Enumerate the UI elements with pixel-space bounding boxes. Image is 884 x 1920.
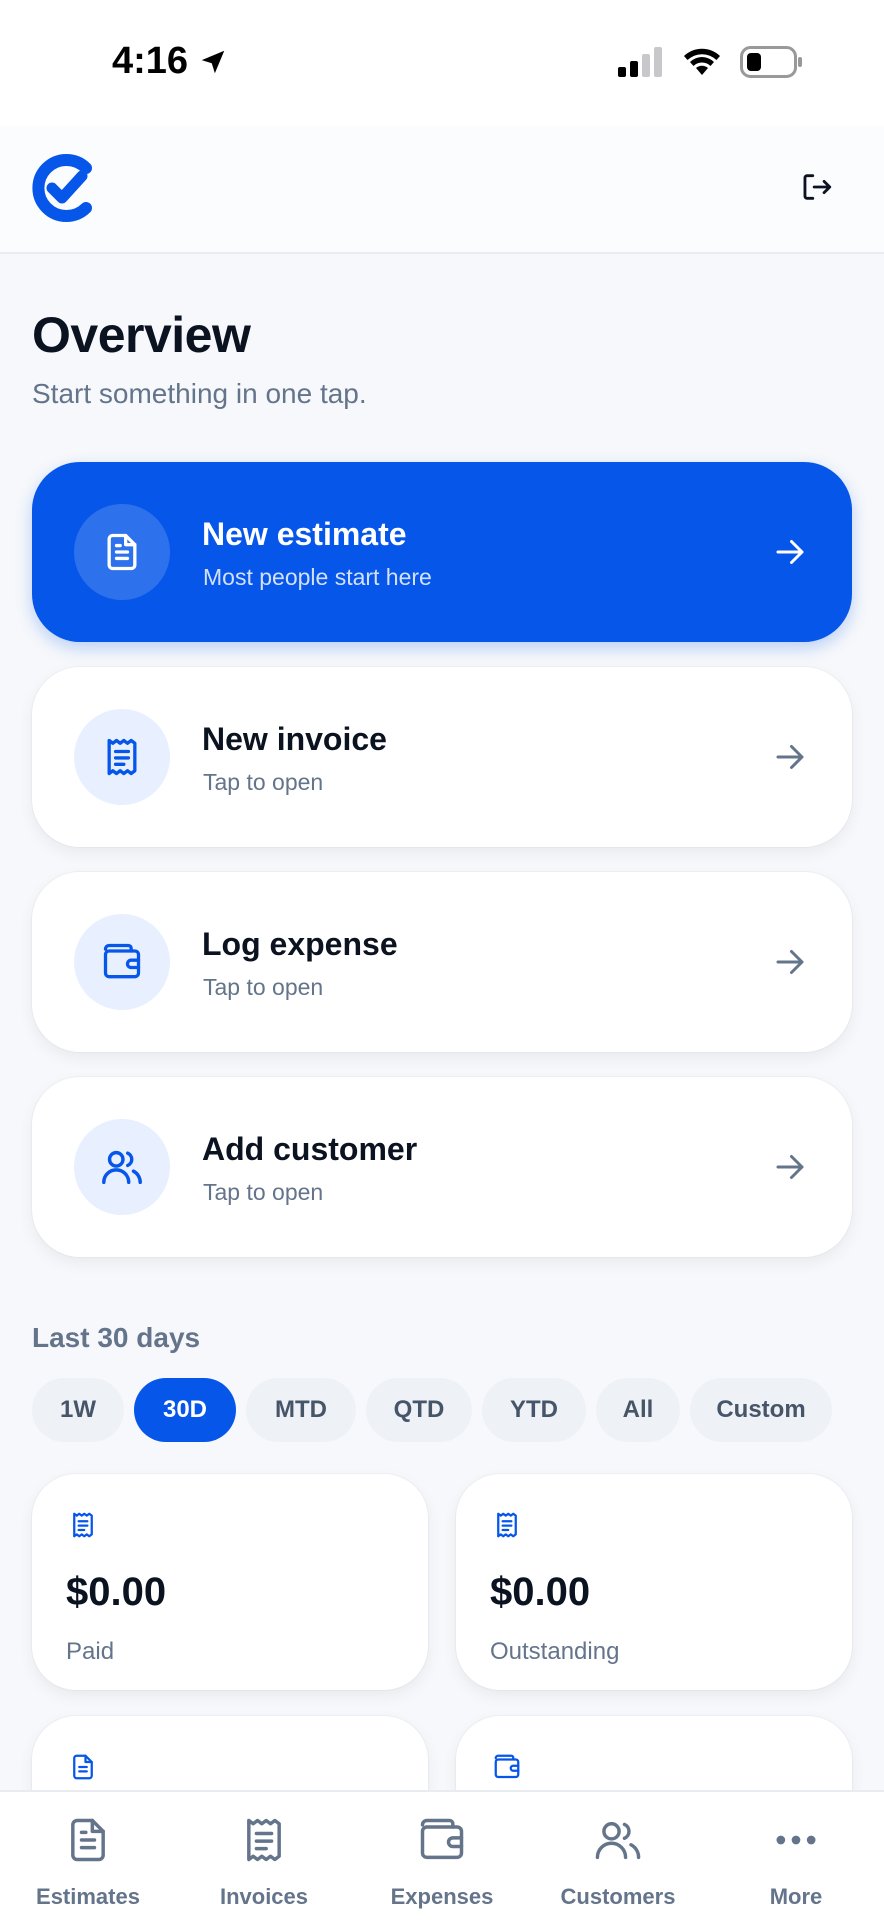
- wallet-icon: [74, 914, 170, 1010]
- status-indicators: [618, 46, 804, 78]
- action-subtitle: Tap to open: [203, 1179, 324, 1205]
- stat-card-outstanding[interactable]: $0.00 Outstanding: [456, 1474, 852, 1690]
- range-label: Last 30 days: [32, 1322, 201, 1353]
- tab-bar: Estimates Invoices Expenses Customers Mo…: [0, 1790, 884, 1920]
- action-subtitle: Tap to open: [203, 974, 324, 1000]
- battery-icon: [740, 46, 802, 78]
- tab-invoices[interactable]: Invoices: [176, 1792, 352, 1920]
- chip-custom[interactable]: Custom: [690, 1378, 832, 1442]
- tab-label: Estimates: [36, 1884, 140, 1909]
- arrow-right-icon: [776, 1155, 804, 1179]
- tab-label: Invoices: [219, 1884, 309, 1909]
- chip-all[interactable]: All: [596, 1378, 680, 1442]
- action-title: New estimate: [202, 516, 407, 552]
- tab-expenses[interactable]: Expenses: [354, 1792, 530, 1920]
- tab-customers[interactable]: Customers: [530, 1792, 706, 1920]
- logout-icon[interactable]: [800, 170, 834, 204]
- tab-estimates[interactable]: Estimates: [0, 1792, 176, 1920]
- log-expense-button[interactable]: Log expense Tap to open: [32, 872, 852, 1052]
- page-title: Overview: [32, 307, 251, 363]
- action-subtitle: Tap to open: [203, 769, 324, 795]
- wifi-icon: [684, 48, 720, 75]
- action-title: New invoice: [202, 721, 387, 757]
- chip-1w[interactable]: 1W: [32, 1378, 124, 1442]
- arrow-right-icon: [776, 540, 804, 564]
- add-customer-button[interactable]: Add customer Tap to open: [32, 1077, 852, 1257]
- status-time: 4:16: [112, 40, 228, 83]
- arrow-right-icon: [776, 745, 804, 769]
- chip-mtd[interactable]: MTD: [246, 1378, 356, 1442]
- receipt-icon: [247, 1818, 281, 1862]
- document-icon: [73, 1754, 93, 1780]
- users-icon: [74, 1119, 170, 1215]
- check-logo-icon[interactable]: [30, 150, 96, 226]
- tab-label: Expenses: [390, 1884, 494, 1909]
- new-estimate-button[interactable]: New estimate Most people start here: [32, 462, 852, 642]
- stat-label: Outstanding: [490, 1638, 620, 1665]
- chip-30d[interactable]: 30D: [134, 1378, 236, 1442]
- arrow-right-icon: [776, 950, 804, 974]
- action-title: Log expense: [202, 926, 398, 962]
- status-time-text: 4:16: [112, 40, 189, 82]
- tab-more[interactable]: More: [708, 1792, 884, 1920]
- receipt-icon: [73, 1512, 93, 1538]
- stat-label: Paid: [66, 1638, 115, 1665]
- action-title: Add customer: [202, 1131, 418, 1167]
- chip-qtd[interactable]: QTD: [366, 1378, 472, 1442]
- document-icon: [71, 1818, 105, 1862]
- wallet-icon: [494, 1754, 520, 1779]
- tab-label: Customers: [560, 1884, 676, 1909]
- chip-ytd[interactable]: YTD: [482, 1378, 586, 1442]
- stat-value: $0.00: [490, 1570, 591, 1614]
- page-subtitle: Start something in one tap.: [32, 378, 367, 409]
- stat-value: $0.00: [66, 1570, 167, 1614]
- new-invoice-button[interactable]: New invoice Tap to open: [32, 667, 852, 847]
- receipt-icon: [497, 1512, 517, 1538]
- more-icon: [776, 1835, 816, 1845]
- location-arrow-icon: [201, 50, 225, 73]
- signal-icon: [618, 47, 662, 77]
- tab-label: More: [769, 1884, 823, 1909]
- app-header: [0, 126, 884, 254]
- users-icon: [595, 1822, 641, 1860]
- document-icon: [74, 504, 170, 600]
- receipt-icon: [74, 709, 170, 805]
- action-subtitle: Most people start here: [203, 564, 432, 590]
- status-bar: 4:16: [0, 0, 884, 126]
- stat-card-paid[interactable]: $0.00 Paid: [32, 1474, 428, 1690]
- wallet-icon: [420, 1818, 464, 1860]
